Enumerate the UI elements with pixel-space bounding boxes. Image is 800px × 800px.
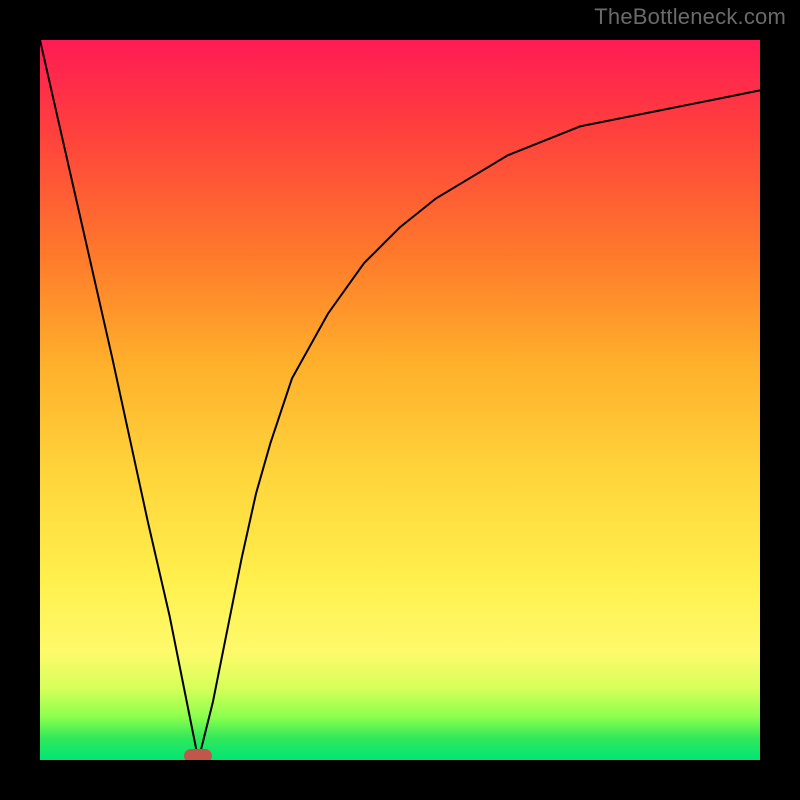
plot-area: [40, 40, 760, 760]
minimum-marker: [184, 749, 212, 760]
bottleneck-curve-path: [40, 40, 760, 760]
chart-frame: TheBottleneck.com: [0, 0, 800, 800]
watermark-text: TheBottleneck.com: [594, 4, 786, 30]
curve-svg: [40, 40, 760, 760]
